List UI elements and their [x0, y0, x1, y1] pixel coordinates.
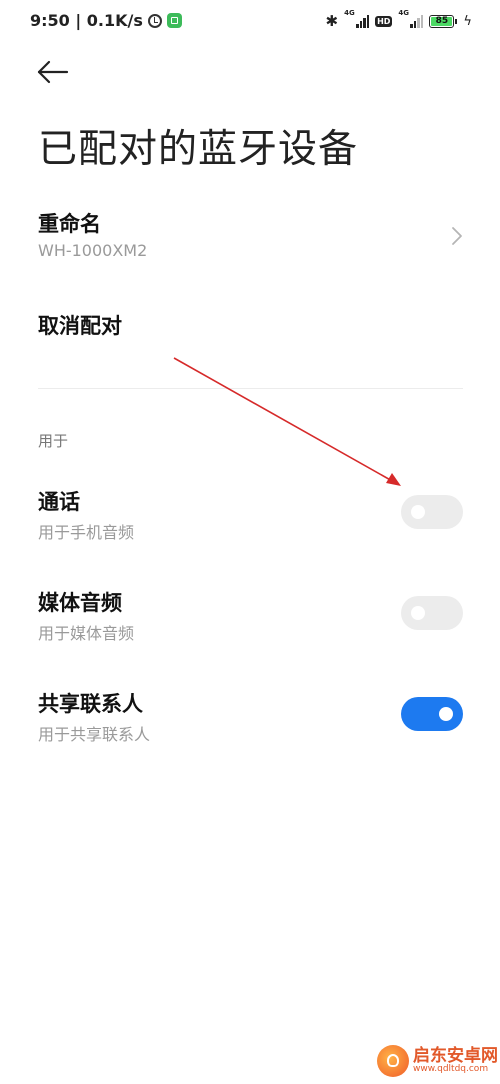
signal-tag: 4G — [344, 9, 355, 17]
back-button[interactable] — [34, 56, 74, 92]
call-audio-toggle[interactable] — [401, 495, 463, 529]
signal-tag-secondary: 4G — [398, 9, 410, 17]
alarm-icon — [147, 13, 162, 28]
call-audio-row[interactable]: 通话 用于手机音频 — [0, 480, 500, 550]
signal-icon: 4G — [344, 9, 370, 28]
status-bar: 9:50 | 0.1K/s ✱ 4G HD 4G 85 ϟ — [0, 0, 500, 44]
status-left: 9:50 | 0.1K/s — [30, 11, 182, 30]
watermark-name: 启东安卓网 — [413, 1045, 498, 1066]
app-notification-icon — [166, 13, 182, 28]
section-header-used-for: 用于 — [38, 432, 69, 450]
toggle-knob — [439, 707, 453, 721]
status-right: ✱ 4G HD 4G 85 ϟ — [325, 9, 473, 30]
rename-label: 重命名 — [38, 212, 101, 236]
watermark: 启东安卓网 www.qdltdq.com — [377, 1040, 498, 1082]
media-audio-toggle[interactable] — [401, 596, 463, 630]
unpair-label: 取消配对 — [38, 314, 122, 338]
rename-row[interactable]: 重命名 WH-1000XM2 — [0, 200, 500, 280]
call-audio-subtitle: 用于手机音频 — [38, 523, 135, 542]
back-arrow-icon — [37, 60, 69, 84]
divider — [38, 388, 463, 389]
bluetooth-icon: ✱ — [325, 12, 339, 30]
media-audio-title: 媒体音频 — [38, 591, 122, 615]
watermark-logo-icon — [377, 1045, 409, 1077]
share-contacts-row[interactable]: 共享联系人 用于共享联系人 — [0, 682, 500, 752]
share-contacts-toggle[interactable] — [401, 697, 463, 731]
call-audio-title: 通话 — [38, 490, 80, 514]
media-audio-row[interactable]: 媒体音频 用于媒体音频 — [0, 581, 500, 651]
watermark-url: www.qdltdq.com — [413, 1064, 489, 1075]
chevron-right-icon — [452, 227, 462, 245]
hd-badge: HD — [375, 15, 393, 27]
media-audio-subtitle: 用于媒体音频 — [38, 624, 135, 643]
share-contacts-subtitle: 用于共享联系人 — [38, 725, 151, 744]
battery-icon: 85 — [429, 14, 458, 28]
share-contacts-title: 共享联系人 — [38, 692, 143, 716]
status-time-speed: 9:50 | 0.1K/s — [30, 11, 143, 30]
toggle-knob — [411, 606, 425, 620]
battery-level: 85 — [431, 16, 453, 26]
toggle-knob — [411, 505, 425, 519]
page-title: 已配对的蓝牙设备 — [38, 127, 359, 172]
unpair-row[interactable]: 取消配对 — [0, 300, 500, 355]
device-name-value: WH-1000XM2 — [38, 241, 148, 260]
signal-icon-secondary: 4G — [398, 9, 424, 28]
charging-icon: ϟ — [463, 13, 472, 29]
